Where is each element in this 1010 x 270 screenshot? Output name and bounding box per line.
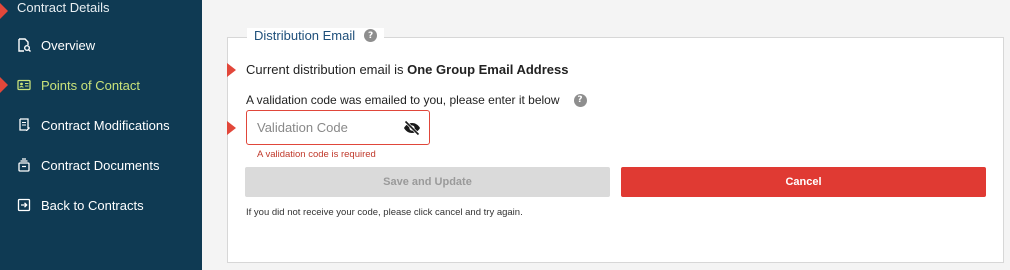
sidebar-item-label: Overview [41,37,96,53]
contact-card-icon [17,78,31,92]
sidebar-item-contract-modifications[interactable]: Contract Modifications [0,108,202,142]
panel-legend: Distribution Email ? [247,28,385,43]
sidebar-item-label: Back to Contracts [41,197,144,213]
eye-slash-icon[interactable] [403,120,421,136]
sidebar-header: Contract Details [17,0,110,15]
sidebar-item-back-to-contracts[interactable]: Back to Contracts [0,188,202,222]
validation-code-field-wrap [246,110,430,145]
active-marker [0,77,8,93]
panel-title: Distribution Email [254,28,356,43]
field-marker [227,63,236,77]
current-email-value: One Group Email Address [407,62,569,77]
section-marker [0,3,8,19]
current-email-line: Current distribution email is One Group … [246,62,568,77]
cancel-button[interactable]: Cancel [621,167,986,197]
document-edit-icon [17,118,31,132]
validation-error-message: A validation code is required [257,149,376,160]
validation-code-input[interactable] [247,111,397,144]
sidebar-item-label: Contract Documents [41,157,160,173]
file-search-icon [17,38,31,52]
field-marker [227,121,236,135]
save-and-update-button[interactable]: Save and Update [245,167,610,197]
sidebar: Contract Details Overview Points of Cont… [0,0,202,270]
help-icon[interactable]: ? [364,29,378,42]
sidebar-item-label: Contract Modifications [41,117,170,133]
exit-icon [17,198,31,212]
sidebar-item-overview[interactable]: Overview [0,28,202,62]
help-icon[interactable]: ? [573,93,587,107]
validation-instruction: A validation code was emailed to you, pl… [246,93,587,107]
instruction-text: A validation code was emailed to you, pl… [246,93,560,107]
sidebar-item-contract-documents[interactable]: Contract Documents [0,148,202,182]
current-email-prefix: Current distribution email is [246,62,408,77]
sidebar-item-label: Points of Contact [41,77,140,93]
sidebar-item-points-of-contact[interactable]: Points of Contact [0,68,202,102]
documents-icon [17,158,31,172]
resend-hint: If you did not receive your code, please… [246,207,523,218]
